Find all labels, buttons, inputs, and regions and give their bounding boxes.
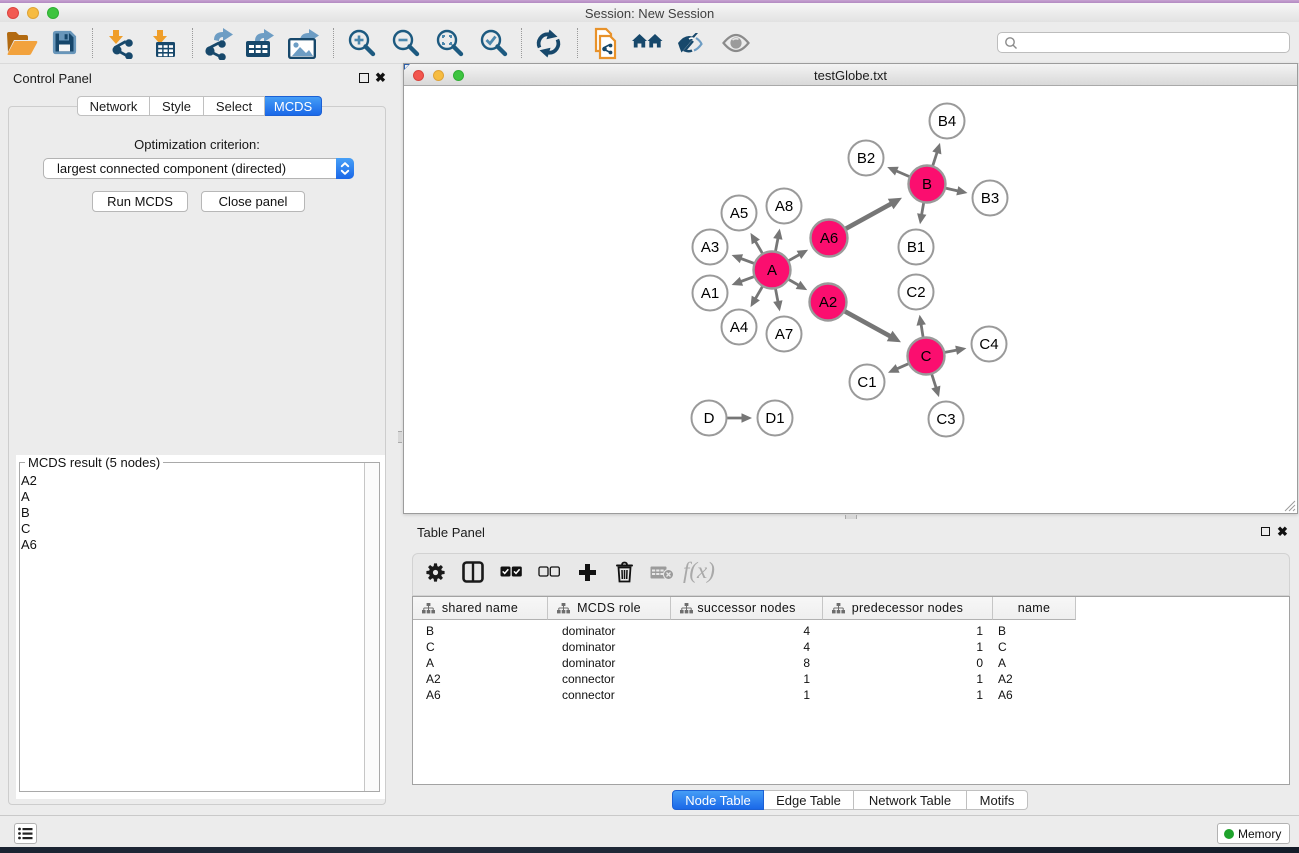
svg-text:C4: C4	[979, 336, 998, 353]
svg-text:C1: C1	[857, 374, 876, 391]
svg-text:D1: D1	[765, 410, 784, 427]
svg-text:B3: B3	[981, 190, 999, 207]
svg-text:A5: A5	[730, 205, 748, 222]
svg-text:A1: A1	[701, 285, 719, 302]
svg-text:A6: A6	[820, 230, 838, 247]
svg-text:C2: C2	[906, 284, 925, 301]
svg-text:C3: C3	[936, 411, 955, 428]
svg-text:B2: B2	[857, 150, 875, 167]
svg-text:A2: A2	[819, 294, 837, 311]
svg-text:A3: A3	[701, 239, 719, 256]
svg-text:A8: A8	[775, 198, 793, 215]
svg-text:B1: B1	[907, 239, 925, 256]
svg-text:B: B	[922, 176, 932, 193]
svg-text:D: D	[704, 410, 715, 427]
svg-text:A: A	[767, 262, 777, 279]
svg-text:A7: A7	[775, 326, 793, 343]
svg-text:A4: A4	[730, 319, 748, 336]
svg-text:C: C	[921, 348, 932, 365]
svg-text:B4: B4	[938, 113, 956, 130]
